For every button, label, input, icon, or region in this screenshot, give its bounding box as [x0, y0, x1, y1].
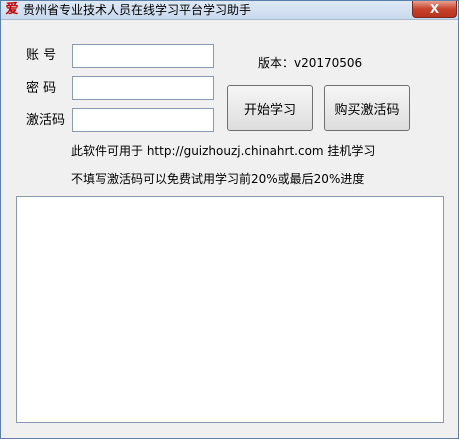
trial-info-text: 不填写激活码可以免费试用学习前20%或最后20%进度	[71, 172, 365, 186]
password-input[interactable]	[72, 76, 214, 100]
version-text: 版本：v20170506	[258, 56, 363, 70]
activation-code-label: 激活码	[26, 113, 66, 128]
app-window: 爱 贵州省专业技术人员在线学习平台学习助手 X 账 号 密 码 激活码 版本：v…	[0, 0, 459, 439]
window-title: 贵州省专业技术人员在线学习平台学习助手	[23, 3, 252, 17]
start-study-button[interactable]: 开始学习	[227, 85, 313, 131]
activation-code-input[interactable]	[72, 108, 214, 132]
account-label: 账 号	[26, 48, 57, 63]
title-bar: 爱 贵州省专业技术人员在线学习平台学习助手 X	[1, 1, 458, 20]
password-label: 密 码	[26, 81, 57, 96]
app-logo-icon: 爱	[5, 2, 19, 17]
close-icon: X	[429, 2, 440, 16]
close-button[interactable]: X	[412, 1, 457, 18]
account-input[interactable]	[72, 44, 214, 68]
buy-activation-code-button[interactable]: 购买激活码	[324, 85, 410, 131]
log-output-textarea[interactable]	[16, 196, 444, 423]
usage-info-text: 此软件可用于 http://guizhouzj.chinahrt.com 挂机学…	[71, 144, 376, 158]
